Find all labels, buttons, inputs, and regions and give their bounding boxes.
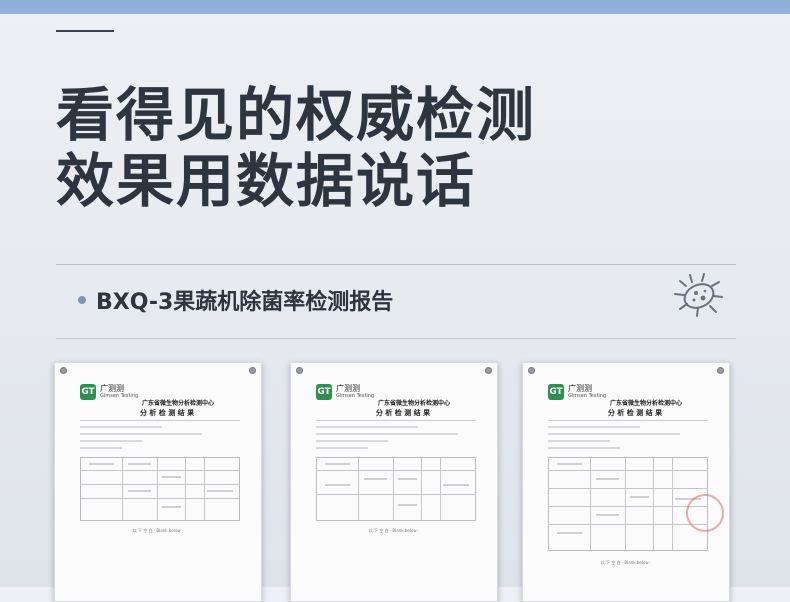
doc-footer: 以 下 空 白 · Blank below ·	[600, 560, 652, 565]
pin-icon	[528, 367, 535, 374]
center-name: 广东省微生物分析检测中心	[141, 400, 214, 407]
headline: 看得见的权威检测 效果用数据说话	[56, 82, 536, 214]
doc-title: 分 析 检 测 结 果	[139, 409, 195, 417]
headline-line-1: 看得见的权威检测	[56, 81, 537, 149]
top-bar	[0, 0, 790, 14]
doc-footer: 以 下 空 白 · Blank below ·	[132, 528, 184, 533]
center-name: 广东省微生物分析检测中心	[377, 400, 450, 407]
doc-title: 分 析 检 测 结 果	[375, 409, 431, 417]
bacteria-icon	[674, 273, 723, 317]
report-subtitle: BXQ-3果蔬机除菌率检测报告	[78, 284, 393, 316]
results-table	[316, 457, 476, 521]
results-table	[80, 457, 240, 521]
doc-footer: 以 下 空 白 · Blank below ·	[368, 528, 420, 533]
bullet-dot	[78, 296, 86, 304]
pin-icon	[717, 367, 724, 374]
pin-icon	[296, 367, 303, 374]
subtitle-text: BXQ-3果蔬机除菌率检测报告	[96, 290, 394, 315]
center-name: 广东省微生物分析检测中心	[609, 400, 682, 407]
divider-lower	[56, 338, 736, 339]
headline-line-2: 效果用数据说话	[56, 147, 477, 215]
stamp-seal	[686, 494, 724, 532]
divider	[56, 264, 736, 265]
top-rule	[56, 30, 114, 32]
pin-icon	[60, 367, 67, 374]
pin-icon	[249, 367, 256, 374]
results-table	[548, 457, 708, 551]
pin-icon	[485, 367, 492, 374]
doc-title: 分 析 检 测 结 果	[607, 409, 663, 417]
report-document-1: GT 广测测 Gimsen Testing 广东省微生物分析检测中心 分 析 检…	[54, 362, 262, 602]
report-document-2: GT 广测测 Gimsen Testing 广东省微生物分析检测中心 分 析 检…	[290, 362, 498, 602]
report-document-3: GT 广测测 Gimsen Testing 广东省微生物分析检测中心 分 析 检…	[522, 362, 730, 602]
